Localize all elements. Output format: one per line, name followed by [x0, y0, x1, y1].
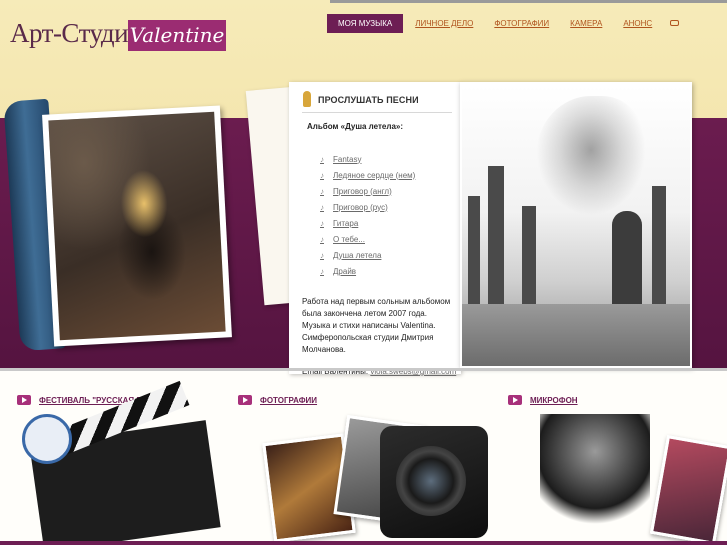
top-rule [330, 0, 727, 3]
album-label: Альбом «Душа летела»: [307, 122, 404, 131]
music-note-icon: ♪ [320, 154, 324, 164]
nav-item-personal[interactable]: Личное дело [415, 19, 473, 28]
song-list: ♪ Fantasy ♪ Ледяное сердце (нем) ♪ Приговор… [320, 151, 415, 279]
music-note-icon: ♪ [320, 202, 324, 212]
arrow-right-icon [17, 395, 31, 405]
moscow-illustration [462, 86, 690, 366]
festival-seal-icon [22, 414, 72, 464]
music-note-icon: ♪ [320, 186, 324, 196]
music-note-icon: ♪ [320, 234, 324, 244]
nav-item-my-music[interactable]: Моя музыка [327, 13, 404, 33]
logo-badge[interactable]: Valentine [128, 20, 226, 51]
tower [488, 166, 504, 306]
nav-item-announce[interactable]: Анонс [623, 19, 652, 28]
song-link[interactable]: ♪ О тебе... [320, 231, 415, 247]
song-link[interactable]: ♪ Ледяное сердце (нем) [320, 167, 415, 183]
song-link[interactable]: ♪ Душа летела [320, 247, 415, 263]
music-note-icon: ♪ [320, 266, 324, 276]
song-link[interactable]: ♪ Гитара [320, 215, 415, 231]
bird-sketch [536, 96, 646, 216]
section-divider [0, 368, 727, 371]
arrow-right-icon [508, 395, 522, 405]
cathedral [612, 211, 642, 306]
bottom-band [0, 541, 727, 545]
nav-item-camera[interactable]: Камера [570, 19, 602, 28]
red-square [462, 304, 690, 366]
arrow-right-icon [238, 395, 252, 405]
music-note-icon: ♪ [320, 218, 324, 228]
hero-photo [42, 105, 232, 347]
tower [468, 196, 480, 306]
logo-text[interactable]: Арт-Студия [10, 18, 140, 49]
divider [302, 112, 452, 113]
nav-item-photos[interactable]: Фотографии [494, 19, 549, 28]
photo-thumbnail[interactable] [649, 435, 727, 545]
microphone-icon [303, 91, 311, 107]
tower [652, 186, 666, 306]
envelope-icon[interactable] [670, 20, 680, 26]
song-link[interactable]: ♪ Fantasy [320, 151, 415, 167]
microphone-image[interactable] [540, 414, 650, 539]
album-description: Работа над первым сольным альбомом была … [302, 297, 451, 354]
microphone-link[interactable]: Микрофон [508, 395, 578, 405]
music-note-icon: ♪ [320, 170, 324, 180]
main-nav: Моя музыка Личное дело Фотографии Камера… [327, 13, 680, 33]
song-link[interactable]: ♪ Драйв [320, 263, 415, 279]
listen-title: ПРОСЛУШАТЬ ПЕСНИ [318, 95, 419, 105]
song-link[interactable]: ♪ Приговор (рус) [320, 199, 415, 215]
music-note-icon: ♪ [320, 250, 324, 260]
camera-lens [396, 446, 466, 516]
photos-link[interactable]: Фотографии [238, 395, 317, 405]
tower [522, 206, 536, 306]
song-link[interactable]: ♪ Приговор (англ) [320, 183, 415, 199]
